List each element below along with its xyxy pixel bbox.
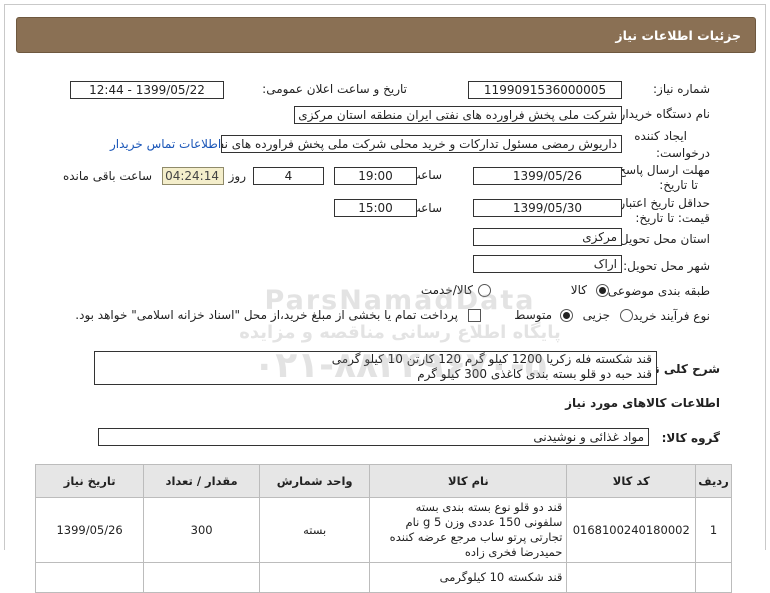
city-field[interactable]: اراک (473, 255, 622, 273)
deadline-label-line2: تا تاریخ: (659, 178, 698, 192)
col-date: تاریخ نیاز (34, 464, 145, 498)
col-index: ردیف (695, 464, 732, 498)
goods-table: ردیف کد کالا نام کالا واحد شمارش مقدار /… (34, 464, 732, 593)
province-label: استان محل تحویل: (615, 232, 710, 246)
row-date: 1399/05/26 (34, 497, 145, 563)
deadline-label-line1: مهلت ارسال پاسخ: (614, 163, 710, 177)
col-unit: واحد شمارش (258, 464, 371, 498)
treasury-payment-note: پرداخت تمام یا بخشی از مبلغ خرید،از محل … (75, 308, 458, 322)
goods-group-label: گروه کالا: (661, 431, 720, 445)
deadline-time-field[interactable]: 19:00 (334, 167, 417, 185)
row-quantity: 300 (143, 497, 260, 563)
row-index: 1 (695, 497, 732, 563)
summary-box: قند شکسته فله زکریا 1200 کیلو گرم 120 کا… (94, 351, 657, 385)
validity-label-line1: حداقل تاریخ اعتبار (619, 196, 710, 210)
creator-field[interactable]: داریوش رمضی مسئول تدارکات و خرید محلی شر… (221, 135, 622, 153)
deadline-date-field[interactable]: 1399/05/26 (473, 167, 622, 185)
goods-section-title: اطلاعات کالاهای مورد نیاز (565, 396, 720, 410)
category-option-goods: کالا (570, 283, 587, 297)
announce-field[interactable]: 1399/05/22 - 12:44 (70, 81, 224, 99)
row-unit: بسته (258, 497, 371, 563)
row-name: قند دو قلو نوع بسته بندی بسته سلفونی 150… (369, 497, 568, 563)
summary-line-1: قند شکسته فله زکریا 1200 کیلو گرم 120 کا… (331, 352, 652, 366)
table-row[interactable]: قند شکسته 10 کیلوگرمی (34, 562, 732, 593)
page-title: جزئیات اطلاعات نیاز (615, 28, 741, 43)
page-header: جزئیات اطلاعات نیاز (16, 17, 756, 53)
days-remaining-field: 4 (253, 167, 324, 185)
announce-label: تاریخ و ساعت اعلان عمومی: (262, 82, 407, 96)
buyer-field[interactable]: شرکت ملی پخش فراورده های نفتی ایران منطق… (294, 106, 622, 124)
category-radio-goods-services[interactable] (478, 284, 491, 297)
purchase-radio-medium[interactable] (560, 309, 573, 322)
row-unit (258, 562, 371, 593)
validity-label-line2: قیمت: تا تاریخ: (635, 211, 710, 225)
goods-group-field[interactable]: مواد غذائی و نوشیدنی (98, 428, 649, 446)
remaining-time-label: ساعت باقی مانده (62, 169, 152, 183)
city-label: شهر محل تحویل: (623, 259, 710, 273)
purchase-option-minor: جزیی (582, 308, 610, 322)
row-index (695, 562, 732, 593)
province-field[interactable]: مرکزی (473, 228, 622, 246)
row-date (34, 562, 145, 593)
row-code (566, 562, 697, 593)
purchase-option-medium: متوسط (514, 308, 552, 322)
need-number-label: شماره نیاز: (653, 82, 710, 96)
row-name: قند شکسته 10 کیلوگرمی (369, 562, 568, 593)
remaining-time-field: 04:24:14 (162, 167, 224, 185)
col-code: کد کالا (566, 464, 697, 498)
creator-label-line2: درخواست: (656, 146, 710, 160)
category-label: طبقه بندی موضوعی: (603, 284, 710, 298)
need-number-field[interactable]: 1199091536000005 (468, 81, 622, 99)
row-quantity (143, 562, 260, 593)
validity-time-field[interactable]: 15:00 (334, 199, 417, 217)
summary-line-2: قند حبه دو قلو بسته بندی کاغذی 300 کیلو … (417, 367, 652, 381)
col-quantity: مقدار / تعداد (143, 464, 260, 498)
treasury-bond-checkbox[interactable] (468, 309, 481, 322)
purchase-radio-minor[interactable] (620, 309, 633, 322)
creator-label-line1: ایجاد کننده (634, 129, 687, 143)
validity-date-field[interactable]: 1399/05/30 (473, 199, 622, 217)
buyer-label: نام دستگاه خریدار: (615, 107, 711, 121)
table-header-row: ردیف کد کالا نام کالا واحد شمارش مقدار /… (34, 464, 732, 498)
table-row[interactable]: 1 0168100240180002 قند دو قلو نوع بسته ب… (34, 497, 732, 563)
row-code: 0168100240180002 (566, 497, 697, 563)
col-name: نام کالا (369, 464, 568, 498)
category-option-goods-services: کالا/خدمت (420, 283, 473, 297)
buyer-contact-link[interactable]: اطلاعات تماس خریدار (110, 137, 221, 151)
purchase-type-label: نوع فرآیند خرید : (625, 309, 710, 323)
category-radio-goods[interactable] (596, 284, 609, 297)
